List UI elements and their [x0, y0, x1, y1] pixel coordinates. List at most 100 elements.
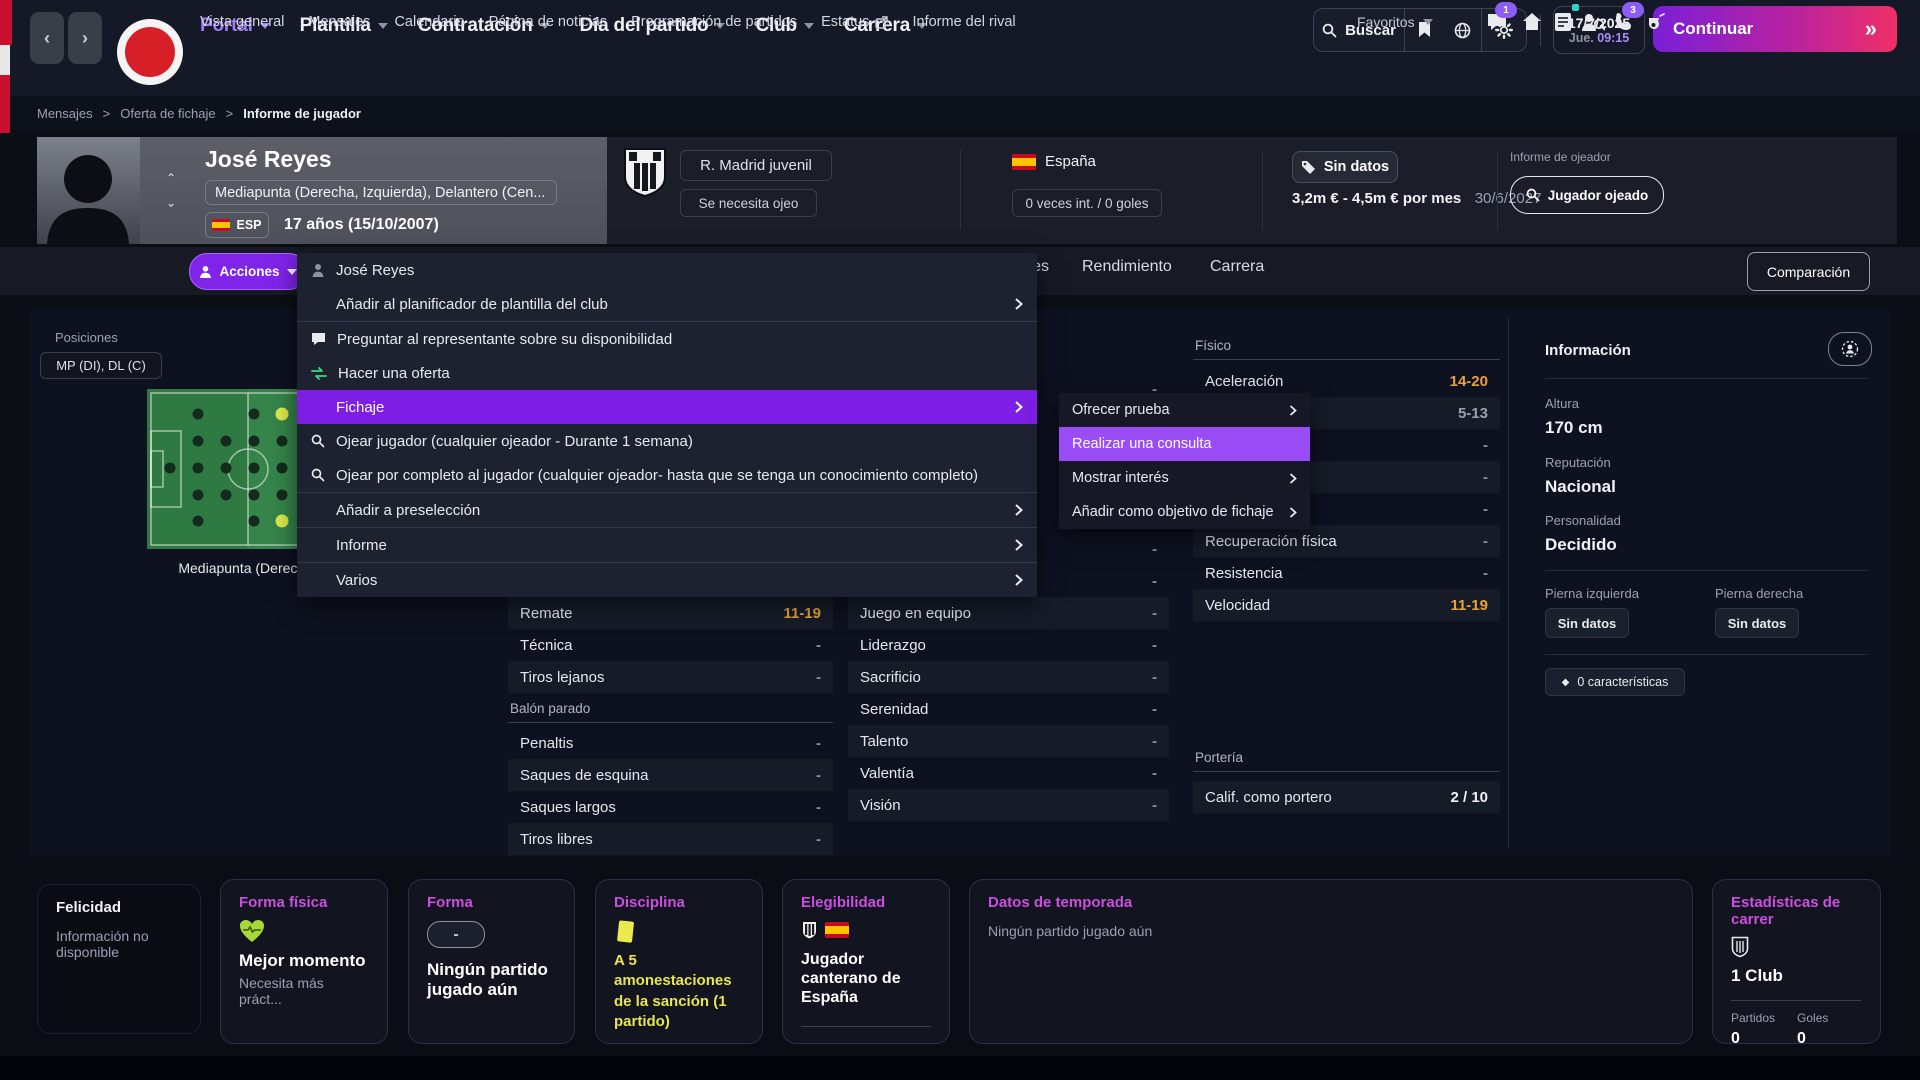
player-next-button[interactable]: ⌃ [166, 196, 176, 208]
left-foot-label: Pierna izquierda [1545, 586, 1639, 601]
breadcrumb-mensajes[interactable]: Mensajes [37, 106, 93, 121]
club-shortcut[interactable] [1519, 0, 1545, 44]
subnav-calendario[interactable]: Calendario [394, 14, 464, 30]
right-foot-label: Pierna derecha [1715, 586, 1803, 601]
tab-rendimiento[interactable]: Rendimiento [1082, 258, 1172, 276]
menu-item-informe[interactable]: Informe [297, 528, 1037, 562]
card-disciplina[interactable]: Disciplina A 5 amonestaciones de la sanc… [595, 879, 763, 1044]
subnav-pagina-de-noticias[interactable]: Página de noticias [489, 14, 608, 30]
menu-item-add-to-shortlist[interactable]: Añadir a preselección [297, 493, 1037, 527]
menu-item-scout-player-week[interactable]: Ojear jugador (cualquier ojeador - Duran… [297, 424, 1037, 458]
transfer-news-shortcut[interactable] [1550, 0, 1576, 44]
edge-logo-white [0, 45, 10, 75]
card-elegibilidad[interactable]: Elegibilidad Jugador canterano de España [782, 879, 950, 1044]
submenu-item-realizar-consulta[interactable]: Realizar una consulta [1059, 427, 1310, 461]
attribute-row[interactable]: Valentía- [848, 757, 1169, 789]
calls-shortcut[interactable]: 3 [1611, 0, 1637, 44]
inbox-shortcut[interactable]: 1 [1484, 0, 1510, 44]
info-label: Altura [1545, 396, 1579, 411]
attribute-row[interactable]: Serenidad- [848, 693, 1169, 725]
card-felicidad[interactable]: Felicidad Información no disponible [37, 884, 201, 1034]
card-forma[interactable]: Forma - Ningún partido jugado aún [408, 879, 575, 1044]
club-name-chip[interactable]: R. Madrid juvenil [680, 150, 832, 181]
wage-value: 3,2m € - 4,5m € por mes [1292, 190, 1461, 207]
attribute-value: - [816, 767, 821, 784]
menu-item-scout-player-full[interactable]: Ojear por completo al jugador (cualquier… [297, 458, 1037, 492]
staff-shortcut[interactable] [1643, 0, 1669, 44]
attribute-row[interactable]: Tiros libres- [508, 823, 833, 855]
player-positions[interactable]: Mediapunta (Derecha, Izquierda), Delante… [205, 180, 557, 205]
nav-forward-button[interactable]: › [68, 12, 102, 64]
nationality-chip[interactable]: ESP [205, 212, 269, 238]
nav-back-button[interactable]: ‹ [30, 12, 64, 64]
divider [960, 150, 961, 230]
notification-dot [1572, 4, 1579, 11]
card-main-text: Ningún partido jugado aún [427, 960, 557, 1001]
fm-logo[interactable] [117, 19, 183, 85]
subnav-programacion-de-partidos[interactable]: Programación de partidos [631, 14, 797, 30]
search-icon [311, 434, 325, 448]
positions-chip[interactable]: MP (DI), DL (C) [40, 352, 162, 379]
attribute-row[interactable]: Sacrificio- [848, 661, 1169, 693]
attribute-row[interactable]: Liderazgo- [848, 629, 1169, 661]
attribute-value: 11-19 [783, 605, 821, 622]
attribute-row[interactable]: Visión- [848, 789, 1169, 821]
attribute-row[interactable]: Resistencia- [1193, 557, 1500, 589]
breadcrumb-separator: > [103, 106, 111, 121]
attribute-label: Juego en equipo [860, 605, 971, 622]
attribute-row[interactable]: Saques de esquina- [508, 759, 833, 791]
breadcrumb-oferta[interactable]: Oferta de fichaje [120, 106, 215, 121]
yellow-card-icon [614, 919, 744, 945]
profile-view-button[interactable] [1828, 332, 1872, 366]
divider [1508, 318, 1509, 848]
subnav-estatus[interactable]: Estatus [821, 14, 888, 30]
submenu-item-ofrecer-prueba[interactable]: Ofrecer prueba [1059, 393, 1310, 427]
menu-item-player-name[interactable]: José Reyes [297, 253, 1037, 287]
subnav-vista-general[interactable]: Vista general [200, 14, 284, 30]
submenu-item-mostrar-interes[interactable]: Mostrar interés [1059, 461, 1310, 495]
subnav-informe-del-rival[interactable]: Informe del rival [912, 14, 1015, 30]
attribute-row[interactable]: Talento- [848, 725, 1169, 757]
actions-button[interactable]: Acciones [189, 253, 307, 290]
card-datos-temporada[interactable]: Datos de temporada Ningún partido jugado… [969, 879, 1693, 1044]
attribute-row[interactable]: Penaltis- [508, 727, 833, 759]
subnav-mensajes[interactable]: Mensajes [308, 14, 370, 30]
info-label: Reputación [1545, 455, 1611, 470]
traits-chip[interactable]: ◆ 0 características [1545, 668, 1685, 696]
attribute-label: Liderazgo [860, 637, 926, 654]
club-badge[interactable] [622, 146, 668, 198]
attribute-row[interactable]: Calif. como portero2 / 10 [1193, 781, 1500, 813]
actions-label: Acciones [219, 264, 279, 279]
whistle-icon [1646, 12, 1666, 32]
menu-item-fichaje[interactable]: Fichaje [297, 390, 1037, 424]
attribute-row[interactable]: Recuperación física- [1193, 525, 1500, 557]
favorites-dropdown[interactable]: Favoritos [1357, 0, 1433, 44]
world-button[interactable] [1443, 9, 1481, 51]
scouting-shortcut[interactable] [1580, 0, 1606, 44]
attribute-row[interactable]: Remate11-19 [508, 597, 833, 629]
attribute-row[interactable]: Velocidad11-19 [1193, 589, 1500, 621]
compare-button[interactable]: Comparación [1747, 252, 1870, 291]
menu-item-add-to-squad-planner[interactable]: Añadir al planificador de plantilla del … [297, 287, 1037, 321]
attribute-row[interactable]: Tiros lejanos- [508, 661, 833, 693]
nation-row[interactable]: España [1012, 153, 1096, 170]
player-prev-button[interactable]: ⌃ [166, 172, 176, 184]
external-link-icon [875, 16, 888, 29]
attribute-label: Recuperación física [1205, 533, 1337, 550]
attribute-row[interactable]: Técnica- [508, 629, 833, 661]
menu-item-varios[interactable]: Varios [297, 563, 1037, 597]
tab-carrera[interactable]: Carrera [1210, 258, 1264, 276]
attribute-row[interactable]: Juego en equipo- [848, 597, 1169, 629]
continue-button[interactable]: Continuar » [1653, 6, 1897, 52]
menu-item-ask-agent[interactable]: Preguntar al representante sobre su disp… [297, 322, 1037, 356]
submenu-item-label: Realizar una consulta [1072, 436, 1297, 452]
attribute-label: Velocidad [1205, 597, 1270, 614]
card-forma-fisica[interactable]: Forma física Mejor momento Necesita más … [220, 879, 388, 1044]
submenu-item-objetivo-fichaje[interactable]: Añadir como objetivo de fichaje [1059, 495, 1310, 529]
player-photo[interactable] [37, 137, 140, 244]
attribute-row[interactable]: Saques largos- [508, 791, 833, 823]
menu-item-make-offer[interactable]: Hacer una oferta [297, 356, 1037, 390]
player-name: José Reyes [205, 146, 332, 173]
card-estadisticas-carrera[interactable]: Estadísticas de carrer 1 Club Partidos 0… [1712, 879, 1881, 1044]
scouted-player-button[interactable]: Jugador ojeado [1510, 176, 1664, 214]
